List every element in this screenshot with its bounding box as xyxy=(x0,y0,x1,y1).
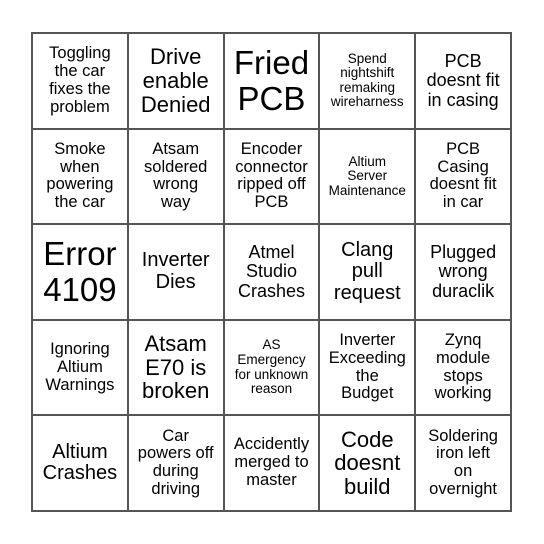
bingo-cell-label: Atsam E70 is broken xyxy=(142,330,210,404)
bingo-cell[interactable]: Soldering iron left on overnight xyxy=(415,415,511,511)
bingo-cell-label: Inverter Dies xyxy=(141,249,210,293)
bingo-cell[interactable]: Atsam soldered wrong way xyxy=(127,128,224,225)
bingo-cell[interactable]: Fried PCB xyxy=(223,33,320,129)
bingo-cell[interactable]: Encoder connector ripped off PCB xyxy=(223,128,320,225)
bingo-card: Toggling the car fixes the problem Drive … xyxy=(31,32,512,512)
bingo-cell[interactable]: Atmel Studio Crashes xyxy=(223,224,320,320)
bingo-cell-label: Atmel Studio Crashes xyxy=(237,241,305,301)
bingo-cell-label: Plugged wrong duraclik xyxy=(430,241,497,301)
bingo-cell-label: Ignoring Altium Warnings xyxy=(45,339,115,394)
bingo-cell-label: Zynq module stops working xyxy=(434,330,492,403)
bingo-cell-label: Accidently merged to master xyxy=(233,435,310,490)
bingo-cell-label: Error 4109 xyxy=(43,234,117,308)
bingo-cell[interactable]: Inverter Dies xyxy=(127,224,224,320)
bingo-cell-label: AS Emergency for unknown reason xyxy=(234,337,309,397)
bingo-cell[interactable]: Plugged wrong duraclik xyxy=(415,224,511,320)
bingo-cell-label: Drive enable Denied xyxy=(140,44,211,117)
bingo-cell-label: Car powers off during driving xyxy=(137,426,214,498)
bingo-cell-label: Inverter Exceeding the Budget xyxy=(328,330,406,403)
bingo-cell[interactable]: Spend nightshift remaking wireharness xyxy=(319,33,416,129)
bingo-cell-label: Fried PCB xyxy=(233,43,310,117)
bingo-cell-label: PCB Casing doesnt fit in car xyxy=(429,139,497,212)
bingo-cell-label: Clang pull request xyxy=(333,238,401,304)
bingo-cell[interactable]: Car powers off during driving xyxy=(127,415,224,511)
bingo-cell[interactable]: Smoke when powering the car xyxy=(32,128,128,225)
bingo-cell-label: Spend nightshift remaking wireharness xyxy=(330,50,404,110)
bingo-cell[interactable]: PCB doesnt fit in casing xyxy=(415,33,511,129)
bingo-cell-label: Atsam soldered wrong way xyxy=(144,139,208,212)
bingo-cell[interactable]: Ignoring Altium Warnings xyxy=(32,319,128,416)
bingo-cell[interactable]: Inverter Exceeding the Budget xyxy=(319,319,416,416)
bingo-cell-label: Soldering iron left on overnight xyxy=(428,426,498,498)
bingo-cell[interactable]: AS Emergency for unknown reason xyxy=(223,319,320,416)
bingo-cell[interactable]: Zynq module stops working xyxy=(415,319,511,416)
bingo-cell[interactable]: PCB Casing doesnt fit in car xyxy=(415,128,511,225)
bingo-cell-label: Toggling the car fixes the problem xyxy=(49,44,111,116)
bingo-cell[interactable]: Drive enable Denied xyxy=(127,33,224,129)
bingo-cell-label: PCB doesnt fit in casing xyxy=(426,50,500,110)
bingo-cell[interactable]: Toggling the car fixes the problem xyxy=(32,33,128,129)
bingo-cell-label: Altium Server Maintenance xyxy=(328,153,406,198)
bingo-cell[interactable]: Error 4109 xyxy=(32,224,128,320)
bingo-cell[interactable]: Altium Crashes xyxy=(32,415,128,511)
bingo-cell[interactable]: Atsam E70 is broken xyxy=(127,319,224,416)
bingo-cell[interactable]: Accidently merged to master xyxy=(223,415,320,511)
bingo-cell-label: Encoder connector ripped off PCB xyxy=(235,139,308,212)
bingo-cell[interactable]: Code doesnt build xyxy=(319,415,416,511)
bingo-cell-label: Code doesnt build xyxy=(334,426,401,500)
bingo-cell-label: Smoke when powering the car xyxy=(46,139,114,212)
bingo-cell[interactable]: Altium Server Maintenance xyxy=(319,128,416,225)
bingo-cell[interactable]: Clang pull request xyxy=(319,224,416,320)
bingo-cell-label: Altium Crashes xyxy=(42,440,118,485)
